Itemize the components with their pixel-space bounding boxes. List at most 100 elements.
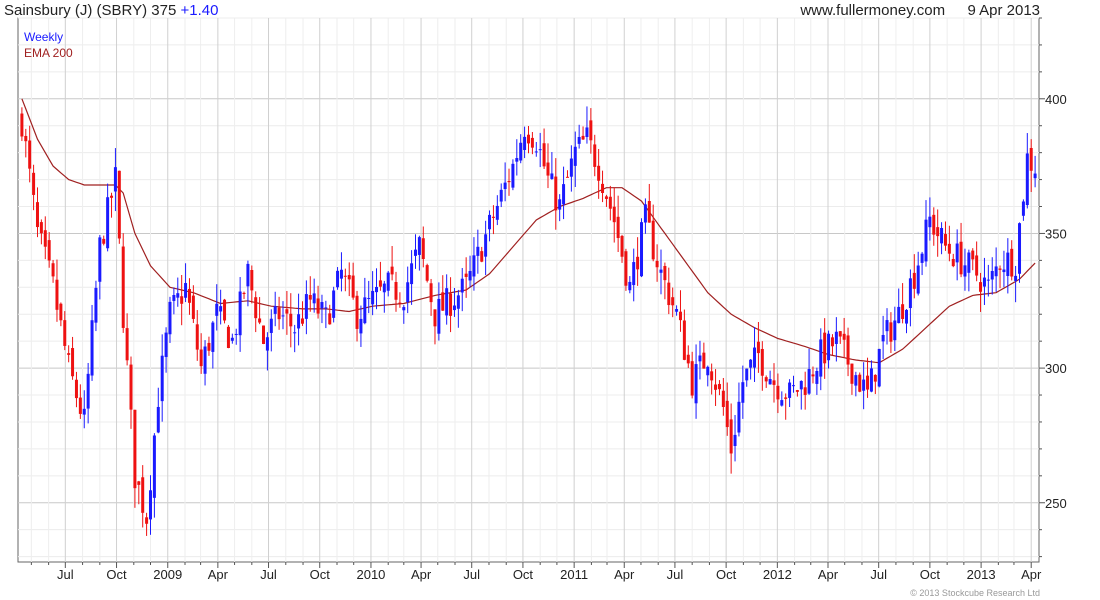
- candle-down: [979, 282, 983, 292]
- candle-down: [226, 326, 230, 348]
- candle-up: [881, 334, 885, 342]
- candle-up: [82, 408, 86, 415]
- candle-up: [172, 294, 176, 301]
- candle-up: [994, 266, 998, 277]
- candle-up: [799, 380, 803, 390]
- candle-up: [523, 136, 527, 150]
- candle-down: [901, 304, 905, 319]
- candle-down: [943, 234, 947, 246]
- candle-down: [527, 134, 530, 144]
- candle-up: [367, 297, 371, 299]
- candle-down: [110, 195, 114, 198]
- candle-down: [717, 383, 721, 390]
- candle-up: [359, 318, 363, 334]
- candle-up: [234, 333, 238, 335]
- candle-down: [850, 363, 854, 384]
- candle-down: [612, 206, 616, 223]
- candle-up: [219, 306, 223, 312]
- candle-down: [714, 384, 718, 390]
- candle-up: [550, 173, 554, 179]
- candle-down: [55, 279, 59, 310]
- candle-down: [378, 280, 382, 287]
- candle-up: [304, 294, 308, 319]
- candle-up: [211, 322, 215, 352]
- candle-up: [928, 216, 932, 228]
- candle-up: [113, 167, 117, 192]
- candle-up: [675, 309, 679, 312]
- candle-down: [125, 328, 129, 361]
- candle-up: [406, 282, 410, 303]
- candle-up: [780, 400, 784, 406]
- x-tick-label: Jul: [463, 567, 480, 582]
- candle-up: [230, 337, 234, 341]
- candle-down: [601, 183, 605, 193]
- candle-up: [819, 339, 823, 377]
- candle-up: [410, 263, 414, 285]
- candle-down: [390, 266, 394, 275]
- candle-down: [636, 256, 640, 270]
- candle-down: [223, 299, 227, 321]
- candle-down: [554, 176, 558, 211]
- candle-up: [1002, 269, 1006, 273]
- candle-down: [195, 324, 199, 350]
- candle-up: [562, 184, 566, 205]
- x-tick-label: 2012: [763, 567, 792, 582]
- candle-up: [382, 283, 386, 293]
- candle-up: [511, 163, 515, 188]
- candle-down: [725, 400, 729, 428]
- candle-up: [986, 279, 990, 281]
- candle-up: [281, 315, 285, 317]
- candle-down: [250, 270, 254, 291]
- x-tick-label: 2011: [560, 567, 588, 582]
- candle-up: [94, 287, 98, 323]
- candle-down: [608, 196, 612, 209]
- candle-up: [269, 318, 273, 333]
- candle-down: [71, 348, 75, 377]
- candle-down: [932, 214, 936, 235]
- candle-down: [74, 379, 78, 399]
- candle-down: [433, 309, 437, 327]
- candle-up: [320, 302, 324, 309]
- candle-down: [838, 331, 842, 337]
- candle-up: [363, 297, 367, 324]
- candle-down: [429, 283, 433, 303]
- candle-down: [59, 303, 63, 321]
- candle-down: [242, 292, 246, 295]
- candle-down: [760, 348, 764, 376]
- candle-up: [694, 364, 698, 404]
- candle-up: [106, 197, 110, 249]
- candle-down: [858, 374, 862, 392]
- candle-up: [176, 293, 180, 298]
- candle-down: [35, 202, 39, 228]
- candle-down: [480, 251, 484, 262]
- candle-up: [745, 368, 749, 381]
- candle-down: [78, 397, 82, 414]
- candle-down: [262, 325, 266, 344]
- candle-up: [538, 149, 542, 151]
- candle-up: [869, 368, 873, 392]
- candle-up: [293, 332, 297, 334]
- candle-down: [20, 113, 24, 137]
- candle-down: [67, 353, 71, 355]
- candle-up: [273, 306, 277, 314]
- candle-down: [581, 135, 585, 140]
- candle-up: [768, 379, 772, 385]
- candle-up: [827, 333, 831, 361]
- candle-up: [515, 158, 519, 162]
- candle-down: [647, 201, 651, 223]
- candle-up: [312, 293, 316, 304]
- chart-title: Sainsbury (J) (SBRY) 375 +1.40: [4, 2, 218, 19]
- candle-up: [445, 288, 449, 316]
- candle-down: [616, 216, 620, 239]
- candle-down: [764, 377, 768, 382]
- candle-up: [1021, 201, 1025, 216]
- candle-down: [39, 222, 43, 234]
- candle-up: [893, 320, 897, 341]
- candle-up: [643, 204, 647, 223]
- candle-down: [145, 517, 149, 524]
- y-tick-label: 300: [1045, 361, 1067, 376]
- candle-down: [449, 293, 453, 316]
- candle-up: [297, 314, 301, 329]
- candle-up: [456, 295, 460, 309]
- candle-up: [753, 347, 757, 368]
